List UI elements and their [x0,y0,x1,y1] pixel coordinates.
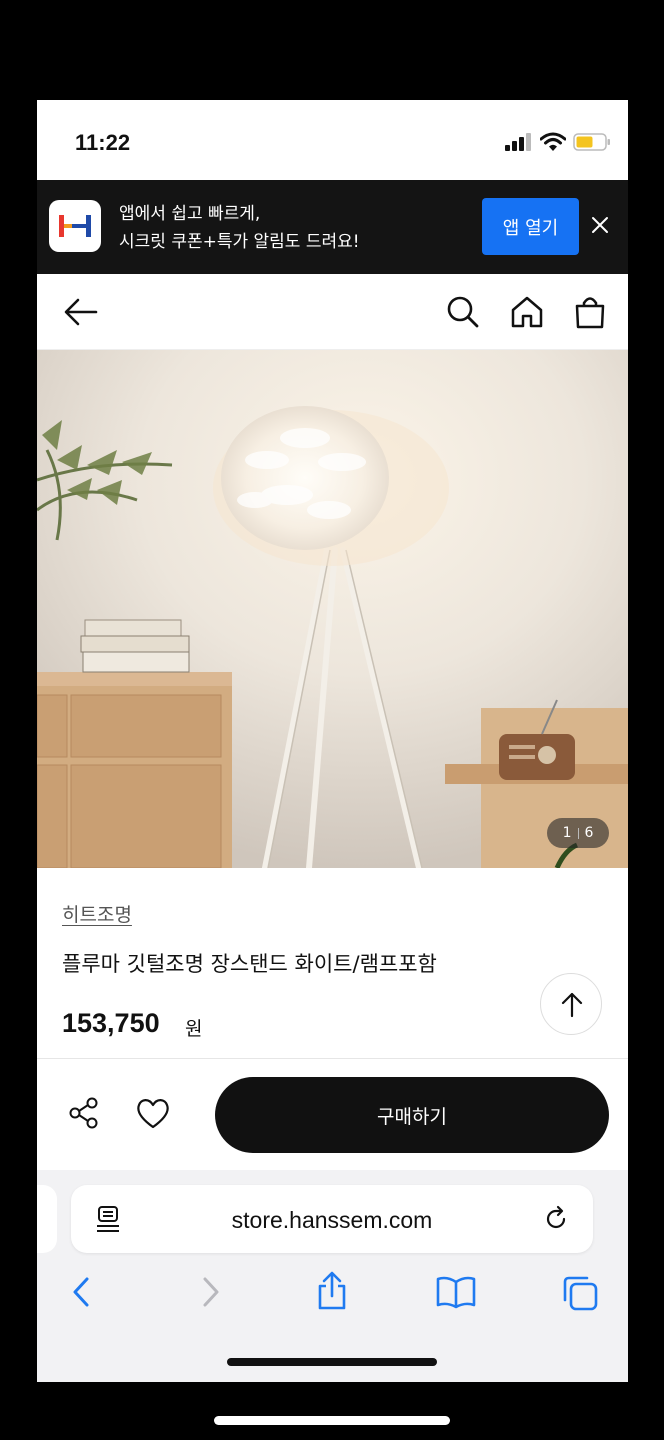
browser-toolbar: store.hanssem.com [37,1170,628,1382]
url-text[interactable]: store.hanssem.com [71,1207,593,1234]
home-indicator [227,1358,437,1366]
shopping-bag-icon[interactable] [572,294,608,330]
back-icon[interactable] [67,1274,97,1310]
product-title: 플루마 깃털조명 장스탠드 화이트/램프포함 [62,952,437,976]
product-price: 153,750 [62,1008,160,1038]
image-counter: 1 6 [547,818,609,848]
status-time: 11:22 [75,130,131,155]
share-sheet-icon[interactable] [315,1270,349,1312]
app-install-banner: 앱에서 쉽고 빠르게, 시크릿 쿠폰+특가 알림도 드려요! 앱 열기 [37,180,628,274]
banner-line-2: 시크릿 쿠폰+특가 알림도 드려요! [119,232,360,252]
reload-icon[interactable] [542,1205,570,1233]
previous-tab-peek[interactable] [37,1185,57,1253]
phone-screen: 11:22 앱에서 쉽고 빠르게, 시크릿 쿠폰+특가 알림도 드려요! 앱 열… [37,100,628,1382]
close-icon[interactable] [589,214,611,236]
product-image[interactable]: 1 6 [37,350,628,868]
section-divider [37,1058,628,1059]
image-counter-total: 6 [584,825,594,841]
price-currency: 원 [185,1018,203,1040]
brand-link[interactable]: 히트조명 [62,900,132,927]
outer-home-indicator [214,1416,450,1425]
share-icon[interactable] [67,1096,101,1130]
back-arrow-icon[interactable] [63,294,99,330]
heart-icon[interactable] [135,1096,171,1130]
banner-message: 앱에서 쉽고 빠르게, 시크릿 쿠폰+특가 알림도 드려요! [119,200,360,256]
home-icon[interactable] [509,294,545,330]
counter-divider [577,827,579,839]
address-bar[interactable]: store.hanssem.com [71,1185,593,1253]
scroll-to-top-button[interactable] [540,973,602,1035]
forward-icon[interactable] [195,1274,225,1310]
bookmarks-icon[interactable] [435,1274,477,1310]
wifi-icon [540,132,566,151]
battery-icon [573,133,610,151]
tabs-icon[interactable] [561,1274,599,1312]
page-header [37,274,628,350]
buy-button[interactable]: 구매하기 [215,1077,609,1153]
feather-floor-lamp-photo [37,350,628,868]
status-bar: 11:22 [37,100,628,180]
image-counter-current: 1 [562,825,572,841]
open-app-button[interactable]: 앱 열기 [482,198,579,255]
hanssem-app-logo [49,200,101,252]
arrow-up-icon [561,992,583,1018]
cellular-signal-icon [505,133,531,151]
search-icon[interactable] [445,294,481,330]
banner-line-1: 앱에서 쉽고 빠르게, [119,204,261,224]
